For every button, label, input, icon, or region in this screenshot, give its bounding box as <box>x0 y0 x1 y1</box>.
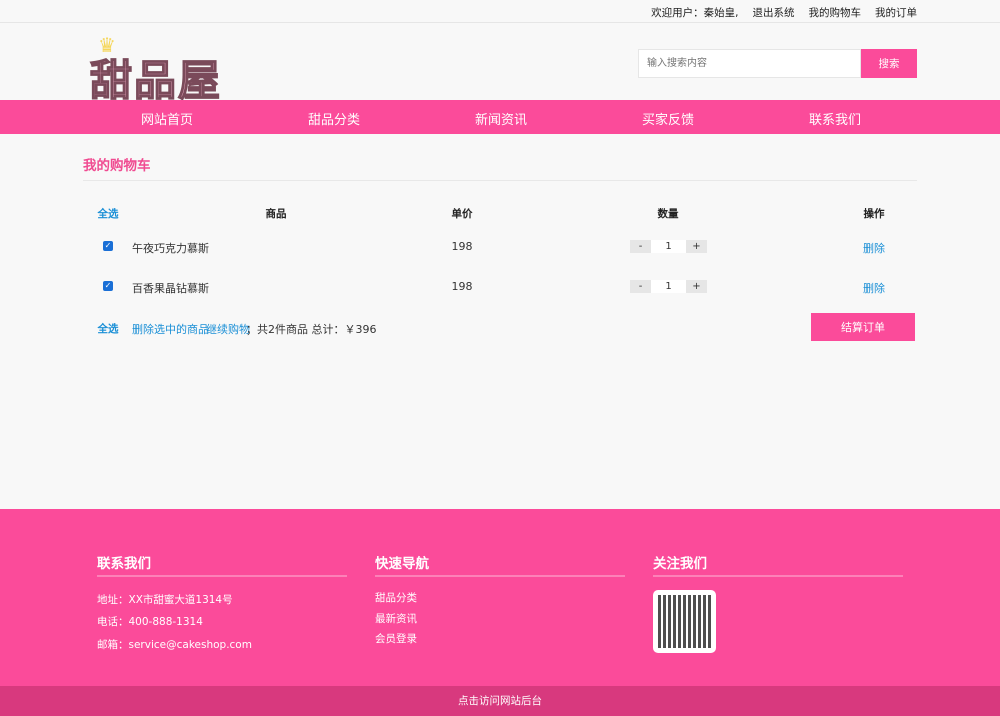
product-name: 百香果晶钻慕斯 <box>132 280 209 296</box>
decrease-button[interactable]: - <box>630 280 651 293</box>
my-cart-link[interactable]: 我的购物车 <box>809 5 862 20</box>
page-title: 我的购物车 <box>83 154 151 174</box>
nav-categories[interactable]: 甜品分类 <box>308 109 360 128</box>
logo[interactable]: ♛ 甜品屋 <box>90 33 240 103</box>
quantity-stepper: - 1 + <box>630 280 707 293</box>
nav-home[interactable]: 网站首页 <box>141 109 193 128</box>
divider <box>653 575 903 577</box>
checkout-button[interactable]: 结算订单 <box>811 313 915 341</box>
product-price: 198 <box>452 240 473 253</box>
footer: 联系我们 地址：XX市甜蜜大道1314号 电话：400-888-1314 邮箱：… <box>0 509 1000 686</box>
action-header: 操作 <box>864 206 885 221</box>
product-name: 午夜巧克力慕斯 <box>132 240 209 256</box>
admin-link[interactable]: 点击访问网站后台 <box>0 686 1000 716</box>
delete-link[interactable]: 删除 <box>863 280 885 296</box>
qr-code-image <box>653 590 716 653</box>
footer-link-login[interactable]: 会员登录 <box>375 631 417 646</box>
decrease-button[interactable]: - <box>630 240 651 253</box>
cart-summary: ；共2件商品 总计：￥396 <box>246 321 377 337</box>
search-button[interactable]: 搜索 <box>861 49 917 78</box>
header: ♛ 甜品屋 搜索 <box>0 23 1000 100</box>
increase-button[interactable]: + <box>686 240 707 253</box>
my-orders-link[interactable]: 我的订单 <box>875 5 917 20</box>
select-all-header[interactable]: 全选 <box>98 206 119 221</box>
increase-button[interactable]: + <box>686 280 707 293</box>
quick-nav-heading: 快速导航 <box>375 552 429 572</box>
nav-contact[interactable]: 联系我们 <box>809 109 861 128</box>
footer-link-categories[interactable]: 甜品分类 <box>375 590 417 605</box>
welcome-text: 欢迎用户：秦始皇, <box>651 5 738 20</box>
delete-link[interactable]: 删除 <box>863 240 885 256</box>
quantity-stepper: - 1 + <box>630 240 707 253</box>
search-bar: 搜索 <box>638 49 917 78</box>
continue-shopping-link[interactable]: 继续购物 <box>206 321 250 337</box>
item-checkbox[interactable]: ✓ <box>103 241 113 251</box>
quantity-input[interactable]: 1 <box>651 240 686 253</box>
address: 地址：XX市甜蜜大道1314号 <box>97 592 233 607</box>
divider <box>97 575 347 577</box>
quantity-input[interactable]: 1 <box>651 280 686 293</box>
item-checkbox[interactable]: ✓ <box>103 281 113 291</box>
quantity-header: 数量 <box>658 206 679 221</box>
top-bar: 欢迎用户：秦始皇, 退出系统 我的购物车 我的订单 <box>0 0 1000 23</box>
main-nav: 网站首页 甜品分类 新闻资讯 买家反馈 联系我们 <box>0 100 1000 134</box>
follow-heading: 关注我们 <box>653 552 707 572</box>
product-header: 商品 <box>266 206 287 221</box>
contact-heading: 联系我们 <box>97 552 151 572</box>
logout-link[interactable]: 退出系统 <box>753 5 795 20</box>
email: 邮箱：service@cakeshop.com <box>97 637 252 652</box>
search-input[interactable] <box>638 49 861 78</box>
phone: 电话：400-888-1314 <box>97 614 203 629</box>
nav-news[interactable]: 新闻资讯 <box>475 109 527 128</box>
nav-feedback[interactable]: 买家反馈 <box>642 109 694 128</box>
price-header: 单价 <box>452 206 473 221</box>
logo-text: 甜品屋 <box>90 47 222 108</box>
divider <box>83 180 917 181</box>
divider <box>375 575 625 577</box>
delete-selected-link[interactable]: 删除选中的商品 <box>132 321 209 337</box>
select-all-footer[interactable]: 全选 <box>98 321 119 336</box>
product-price: 198 <box>452 280 473 293</box>
footer-link-news[interactable]: 最新资讯 <box>375 611 417 626</box>
